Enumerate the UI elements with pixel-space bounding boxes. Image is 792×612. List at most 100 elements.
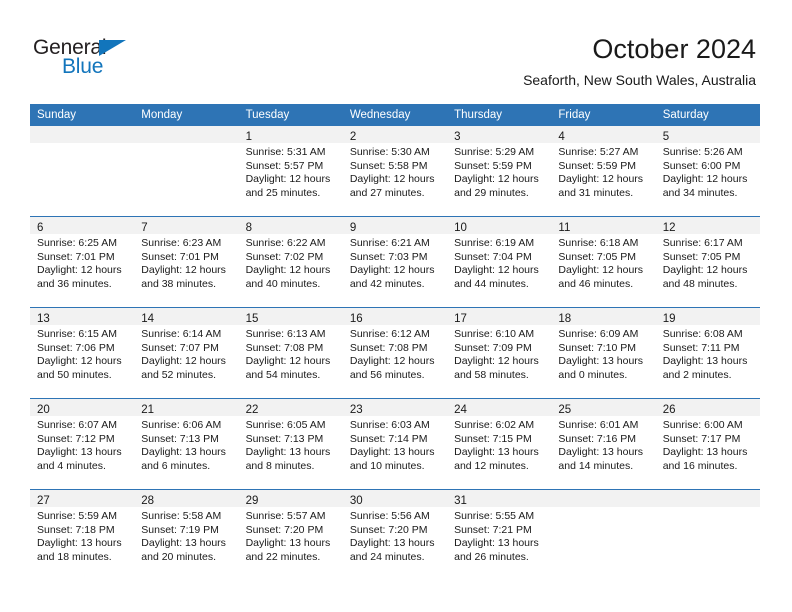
- general-blue-logo[interactable]: General Blue: [33, 36, 163, 84]
- calendar-day-cell[interactable]: 5 Sunrise: 5:26 AM Sunset: 6:00 PM Daylight…: [655, 126, 760, 217]
- calendar-day-cell-empty: [551, 489, 656, 580]
- daylight-text-line2: and 44 minutes.: [454, 277, 529, 290]
- calendar-day-cell[interactable]: 31 Sunrise: 5:55 AM Sunset: 7:21 PM Dayligh…: [447, 489, 552, 580]
- daylight-text-line1: Daylight: 12 hours: [245, 264, 331, 277]
- calendar-day-cell[interactable]: 22 Sunrise: 6:05 AM Sunset: 7:13 PM Dayligh…: [238, 398, 343, 490]
- calendar-day-cell[interactable]: 10 Sunrise: 6:19 AM Sunset: 7:04 PM Dayligh…: [447, 216, 552, 308]
- daylight-text-line1: Daylight: 12 hours: [662, 173, 748, 186]
- daylight-text-line1: Daylight: 12 hours: [558, 264, 644, 277]
- day-number-strip: [30, 126, 135, 143]
- sunrise-text: Sunrise: 5:29 AM: [454, 146, 535, 158]
- day-details: Sunrise: 6:15 AM Sunset: 7:06 PM Daylight:…: [30, 325, 134, 382]
- calendar-day-cell[interactable]: 27 Sunrise: 5:59 AM Sunset: 7:18 PM Dayligh…: [30, 489, 135, 580]
- day-number: 11: [558, 222, 571, 234]
- day-cell-inner: 15 Sunrise: 6:13 AM Sunset: 7:08 PM Dayligh…: [238, 308, 343, 398]
- calendar-day-cell[interactable]: 29 Sunrise: 5:57 AM Sunset: 7:20 PM Dayligh…: [238, 489, 343, 580]
- calendar-day-cell[interactable]: 30 Sunrise: 5:56 AM Sunset: 7:20 PM Dayligh…: [342, 489, 448, 580]
- daylight-text-line2: and 16 minutes.: [662, 459, 738, 472]
- sunset-text: Sunset: 7:20 PM: [245, 523, 324, 536]
- calendar-week-row: 13 Sunrise: 6:15 AM Sunset: 7:06 PM Dayligh…: [30, 307, 760, 399]
- day-details: Sunrise: 5:55 AM Sunset: 7:21 PM Daylight:…: [447, 507, 551, 564]
- title-block: October 2024 Seaforth, New South Wales, …: [523, 33, 756, 89]
- day-cell-inner: 9 Sunrise: 6:21 AM Sunset: 7:03 PM Daylight…: [342, 217, 448, 307]
- calendar-week-row: 20 Sunrise: 6:07 AM Sunset: 7:12 PM Dayligh…: [30, 398, 760, 490]
- day-cell-inner: 17 Sunrise: 6:10 AM Sunset: 7:09 PM Dayligh…: [447, 308, 552, 398]
- day-number: 8: [245, 222, 252, 234]
- calendar-day-cell[interactable]: 8 Sunrise: 6:22 AM Sunset: 7:02 PM Daylight…: [238, 216, 343, 308]
- day-number-strip: 18: [551, 308, 656, 325]
- sunset-text: Sunset: 7:05 PM: [558, 250, 637, 263]
- calendar-day-cell[interactable]: 25 Sunrise: 6:01 AM Sunset: 7:16 PM Dayligh…: [551, 398, 656, 490]
- daylight-text-line1: Daylight: 13 hours: [141, 446, 226, 459]
- calendar-day-cell[interactable]: 24 Sunrise: 6:02 AM Sunset: 7:15 PM Dayligh…: [447, 398, 552, 490]
- daylight-text-line1: Daylight: 12 hours: [349, 264, 435, 277]
- page-title: October 2024: [592, 34, 756, 64]
- calendar-day-cell-empty: [655, 489, 760, 580]
- daylight-text-line2: and 42 minutes.: [349, 277, 425, 290]
- day-details: Sunrise: 6:19 AM Sunset: 7:04 PM Daylight:…: [447, 234, 551, 291]
- day-details: Sunrise: 6:08 AM Sunset: 7:11 PM Daylight:…: [656, 325, 760, 382]
- day-number-strip: 1: [238, 126, 343, 143]
- sunset-text: Sunset: 7:13 PM: [245, 432, 324, 445]
- day-cell-inner: 6 Sunrise: 6:25 AM Sunset: 7:01 PM Daylight…: [30, 217, 135, 307]
- day-details: Sunrise: 5:26 AM Sunset: 6:00 PM Daylight:…: [656, 143, 760, 200]
- calendar-day-cell-empty: [30, 126, 135, 217]
- day-number: 26: [662, 404, 676, 416]
- calendar-day-cell[interactable]: 1 Sunrise: 5:31 AM Sunset: 5:57 PM Daylight…: [238, 126, 343, 217]
- calendar-day-cell[interactable]: 7 Sunrise: 6:23 AM Sunset: 7:01 PM Daylight…: [134, 216, 239, 308]
- calendar-day-cell[interactable]: 2 Sunrise: 5:30 AM Sunset: 5:58 PM Daylight…: [342, 126, 448, 217]
- day-cell-inner: 12 Sunrise: 6:17 AM Sunset: 7:05 PM Dayligh…: [655, 217, 760, 307]
- sunrise-text: Sunrise: 6:01 AM: [558, 419, 639, 431]
- calendar-day-cell[interactable]: 16 Sunrise: 6:12 AM Sunset: 7:08 PM Dayligh…: [342, 307, 448, 399]
- daylight-text-line2: and 46 minutes.: [558, 277, 634, 290]
- sunset-text: Sunset: 5:57 PM: [245, 159, 324, 172]
- sunrise-text: Sunrise: 5:27 AM: [558, 146, 639, 158]
- calendar-day-cell[interactable]: 9 Sunrise: 6:21 AM Sunset: 7:03 PM Daylight…: [342, 216, 448, 308]
- calendar-day-cell[interactable]: 21 Sunrise: 6:06 AM Sunset: 7:13 PM Dayligh…: [134, 398, 239, 490]
- calendar-day-cell[interactable]: 6 Sunrise: 6:25 AM Sunset: 7:01 PM Daylight…: [30, 216, 135, 308]
- daylight-text-line2: and 24 minutes.: [349, 550, 425, 563]
- calendar-day-cell[interactable]: 14 Sunrise: 6:14 AM Sunset: 7:07 PM Dayligh…: [134, 307, 239, 399]
- day-number-strip: 29: [238, 490, 343, 507]
- sunrise-text: Sunrise: 6:21 AM: [349, 237, 430, 249]
- sunrise-text: Sunrise: 5:26 AM: [662, 146, 743, 158]
- sunset-text: Sunset: 7:12 PM: [37, 432, 115, 445]
- calendar-page: General Blue October 2024 Seaforth, New …: [0, 0, 792, 612]
- calendar-day-cell[interactable]: 15 Sunrise: 6:13 AM Sunset: 7:08 PM Dayligh…: [238, 307, 343, 399]
- day-number-strip: 15: [238, 308, 343, 325]
- calendar-day-cell[interactable]: 3 Sunrise: 5:29 AM Sunset: 5:59 PM Daylight…: [447, 126, 552, 217]
- day-cell-inner: 25 Sunrise: 6:01 AM Sunset: 7:16 PM Dayligh…: [551, 399, 656, 489]
- day-cell-inner: [655, 490, 760, 580]
- sunset-text: Sunset: 7:01 PM: [37, 250, 115, 263]
- daylight-text-line2: and 52 minutes.: [141, 368, 216, 381]
- day-cell-inner: 10 Sunrise: 6:19 AM Sunset: 7:04 PM Dayligh…: [447, 217, 552, 307]
- sunset-text: Sunset: 5:59 PM: [558, 159, 637, 172]
- calendar-day-cell[interactable]: 12 Sunrise: 6:17 AM Sunset: 7:05 PM Dayligh…: [655, 216, 760, 308]
- daylight-text-line1: Daylight: 13 hours: [349, 446, 435, 459]
- day-cell-inner: 8 Sunrise: 6:22 AM Sunset: 7:02 PM Daylight…: [238, 217, 343, 307]
- day-number: 16: [349, 313, 363, 325]
- calendar-day-cell[interactable]: 23 Sunrise: 6:03 AM Sunset: 7:14 PM Dayligh…: [342, 398, 448, 490]
- day-details: Sunrise: 6:03 AM Sunset: 7:14 PM Daylight:…: [343, 416, 447, 473]
- calendar-body: 1 Sunrise: 5:31 AM Sunset: 5:57 PM Daylight…: [30, 126, 760, 580]
- day-number-strip: 10: [447, 217, 552, 234]
- calendar-day-cell[interactable]: 4 Sunrise: 5:27 AM Sunset: 5:59 PM Daylight…: [551, 126, 656, 217]
- calendar-day-cell[interactable]: 18 Sunrise: 6:09 AM Sunset: 7:10 PM Dayligh…: [551, 307, 656, 399]
- calendar-day-cell[interactable]: 26 Sunrise: 6:00 AM Sunset: 7:17 PM Dayligh…: [655, 398, 760, 490]
- sunrise-text: Sunrise: 6:08 AM: [662, 328, 743, 340]
- day-number-strip: 7: [134, 217, 239, 234]
- calendar-day-cell[interactable]: 13 Sunrise: 6:15 AM Sunset: 7:06 PM Dayligh…: [30, 307, 135, 399]
- sunset-text: Sunset: 7:11 PM: [662, 341, 740, 354]
- daylight-text-line1: Daylight: 13 hours: [558, 355, 644, 368]
- calendar-day-cell[interactable]: 11 Sunrise: 6:18 AM Sunset: 7:05 PM Dayligh…: [551, 216, 656, 308]
- calendar-day-cell[interactable]: 28 Sunrise: 5:58 AM Sunset: 7:19 PM Dayligh…: [134, 489, 239, 580]
- daylight-text-line1: Daylight: 12 hours: [454, 355, 539, 368]
- daylight-text-line2: and 6 minutes.: [141, 459, 211, 472]
- day-details: Sunrise: 6:17 AM Sunset: 7:05 PM Daylight:…: [656, 234, 760, 291]
- calendar-day-cell[interactable]: 17 Sunrise: 6:10 AM Sunset: 7:09 PM Dayligh…: [447, 307, 552, 399]
- calendar-day-cell[interactable]: 20 Sunrise: 6:07 AM Sunset: 7:12 PM Dayligh…: [30, 398, 135, 490]
- day-cell-inner: 28 Sunrise: 5:58 AM Sunset: 7:19 PM Dayligh…: [134, 490, 239, 580]
- day-number-strip: 9: [342, 217, 448, 234]
- sunrise-text: Sunrise: 6:12 AM: [349, 328, 430, 340]
- calendar-day-cell[interactable]: 19 Sunrise: 6:08 AM Sunset: 7:11 PM Dayligh…: [655, 307, 760, 399]
